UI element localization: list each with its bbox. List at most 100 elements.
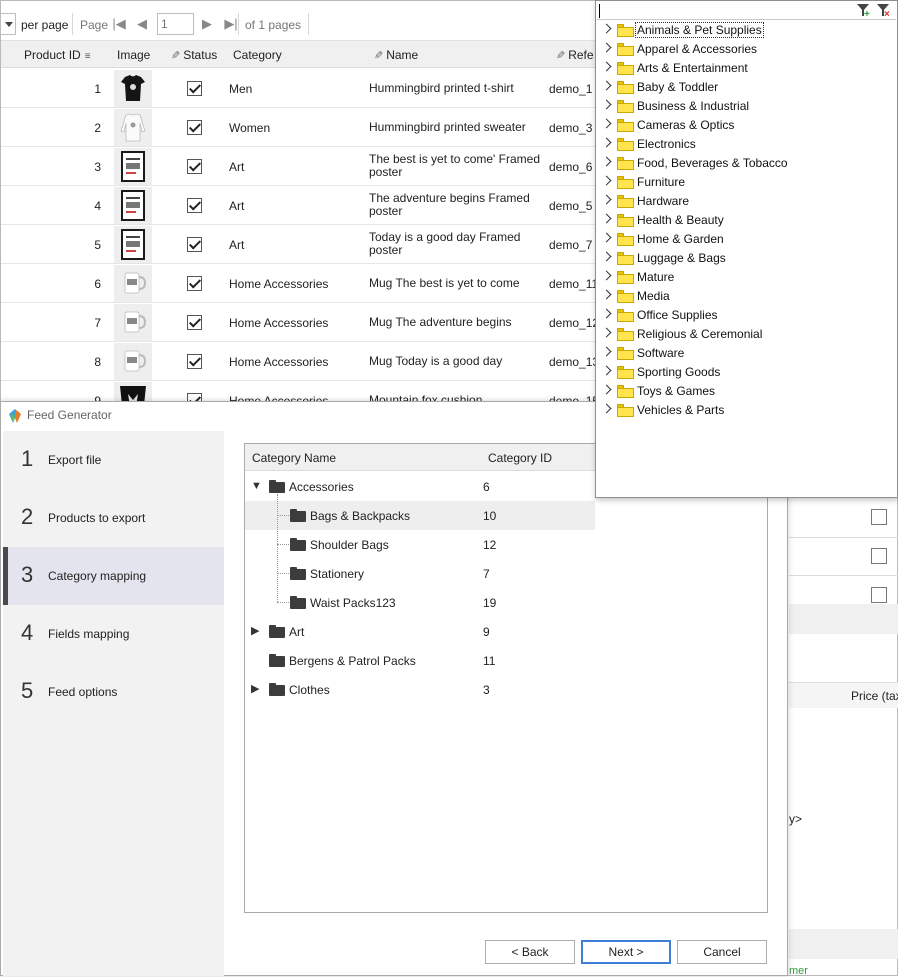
page-number-input[interactable]: 1 (157, 13, 194, 35)
name-cell: The best is yet to come' Framed poster (369, 152, 541, 179)
category-list-item[interactable]: Religious & Ceremonial (597, 325, 896, 344)
next-page-icon[interactable]: ▶ (199, 14, 215, 34)
wizard-step-5[interactable]: 5 Feed options (3, 663, 224, 721)
wizard-step-2[interactable]: 2 Products to export (3, 489, 224, 547)
chevron-right-icon[interactable] (601, 156, 612, 167)
chevron-right-icon[interactable] (601, 365, 612, 376)
tree-row[interactable]: ▶ Clothes 3 (245, 675, 595, 704)
category-search-input[interactable]: + × (597, 2, 896, 20)
status-checkbox[interactable] (187, 198, 202, 213)
wizard-step-4[interactable]: 4 Fields mapping (3, 605, 224, 663)
column-header-name[interactable]: ✎ Name (374, 48, 418, 62)
row-checkbox[interactable] (871, 587, 887, 603)
chevron-right-icon[interactable] (601, 251, 612, 262)
category-list-item[interactable]: Vehicles & Parts (597, 401, 896, 420)
column-header-image[interactable]: Image (117, 48, 150, 62)
category-list-item[interactable]: Toys & Games (597, 382, 896, 401)
tree-row[interactable]: Bags & Backpacks 10 (245, 501, 595, 530)
chevron-right-icon[interactable] (601, 213, 612, 224)
category-list-item[interactable]: Apparel & Accessories (597, 40, 896, 59)
chevron-right-icon[interactable] (601, 327, 612, 338)
category-list-item[interactable]: Mature (597, 268, 896, 287)
chevron-right-icon[interactable] (601, 23, 612, 34)
tree-row[interactable]: Waist Packs123 19 (245, 588, 595, 617)
chevron-right-icon[interactable] (601, 137, 612, 148)
pencil-icon: ✎ (556, 50, 566, 62)
chevron-right-icon[interactable] (601, 308, 612, 319)
tree-row[interactable]: Shoulder Bags 12 (245, 530, 595, 559)
category-list-item[interactable]: Business & Industrial (597, 97, 896, 116)
chevron-right-icon[interactable] (601, 61, 612, 72)
filter-clear-icon[interactable]: × (876, 3, 892, 20)
row-checkbox[interactable] (871, 548, 887, 564)
expand-arrow-icon[interactable]: ▶ (251, 625, 261, 637)
folder-icon (617, 176, 634, 189)
chevron-right-icon[interactable] (601, 80, 612, 91)
wizard-step-1[interactable]: 1 Export file (3, 431, 224, 489)
cancel-button[interactable]: Cancel (677, 940, 767, 964)
status-checkbox[interactable] (187, 237, 202, 252)
category-list-item[interactable]: Software (597, 344, 896, 363)
chevron-right-icon[interactable] (601, 289, 612, 300)
first-page-icon[interactable]: |◀ (111, 14, 127, 34)
next-button[interactable]: Next > (581, 940, 671, 964)
column-header-reference[interactable]: ✎ Refe (556, 48, 594, 62)
category-list-item[interactable]: Furniture (597, 173, 896, 192)
status-checkbox[interactable] (187, 81, 202, 96)
collapse-arrow-icon[interactable]: ▼ (251, 480, 262, 492)
category-list-item[interactable]: Animals & Pet Supplies (597, 21, 896, 40)
tree-row[interactable]: ▶ Art 9 (245, 617, 595, 646)
row-checkbox[interactable] (871, 509, 887, 525)
column-header-category-id[interactable]: Category ID (488, 451, 552, 465)
chevron-right-icon[interactable] (601, 232, 612, 243)
status-checkbox[interactable] (187, 315, 202, 330)
panel-link-fragment[interactable]: mer (789, 965, 808, 977)
category-list-item[interactable]: Food, Beverages & Tobacco (597, 154, 896, 173)
category-list-item[interactable]: Baby & Toddler (597, 78, 896, 97)
category-cell: Art (229, 199, 245, 213)
back-button[interactable]: < Back (485, 940, 575, 964)
category-list-item[interactable]: Cameras & Optics (597, 116, 896, 135)
filter-add-icon[interactable]: + (856, 3, 872, 20)
chevron-right-icon[interactable] (601, 384, 612, 395)
chevron-right-icon[interactable] (601, 118, 612, 129)
column-header-product-id[interactable]: Product ID ≡ (24, 48, 91, 62)
category-list-item[interactable]: Office Supplies (597, 306, 896, 325)
status-checkbox[interactable] (187, 276, 202, 291)
category-list-item[interactable]: Luggage & Bags (597, 249, 896, 268)
category-list-item[interactable]: Media (597, 287, 896, 306)
prev-page-icon[interactable]: ◀ (134, 14, 150, 34)
back-button-label: < Back (511, 945, 549, 959)
last-page-icon[interactable]: ▶| (223, 14, 239, 34)
status-checkbox[interactable] (187, 159, 202, 174)
folder-icon (290, 538, 306, 551)
category-list-item[interactable]: Hardware (597, 192, 896, 211)
category-list-item[interactable]: Home & Garden (597, 230, 896, 249)
tree-row[interactable]: Stationery 7 (245, 559, 595, 588)
chevron-right-icon[interactable] (601, 99, 612, 110)
category-list-item[interactable]: Health & Beauty (597, 211, 896, 230)
chevron-right-icon[interactable] (601, 346, 612, 357)
column-header-label: Name (386, 48, 419, 62)
chevron-right-icon[interactable] (601, 42, 612, 53)
tree-row[interactable]: ▼ Accessories 6 (245, 472, 595, 501)
column-header-category[interactable]: Category (233, 48, 282, 62)
status-checkbox[interactable] (187, 354, 202, 369)
product-thumbnail (114, 226, 152, 263)
chevron-right-icon[interactable] (601, 175, 612, 186)
per-page-dropdown[interactable] (0, 13, 16, 35)
chevron-right-icon[interactable] (601, 403, 612, 414)
category-name: Clothes (289, 683, 330, 697)
column-header-category-name[interactable]: Category Name (252, 451, 336, 465)
chevron-right-icon[interactable] (601, 270, 612, 281)
chevron-right-icon[interactable] (601, 194, 612, 205)
category-list-item[interactable]: Electronics (597, 135, 896, 154)
category-list-item[interactable]: Sporting Goods (597, 363, 896, 382)
folder-icon (617, 347, 634, 360)
status-checkbox[interactable] (187, 120, 202, 135)
tree-row[interactable]: Bergens & Patrol Packs 11 (245, 646, 595, 675)
expand-arrow-icon[interactable]: ▶ (251, 683, 261, 695)
category-list-item[interactable]: Arts & Entertainment (597, 59, 896, 78)
column-header-status[interactable]: ✎ Status (171, 48, 217, 62)
wizard-step-3[interactable]: 3 Category mapping (3, 547, 224, 605)
